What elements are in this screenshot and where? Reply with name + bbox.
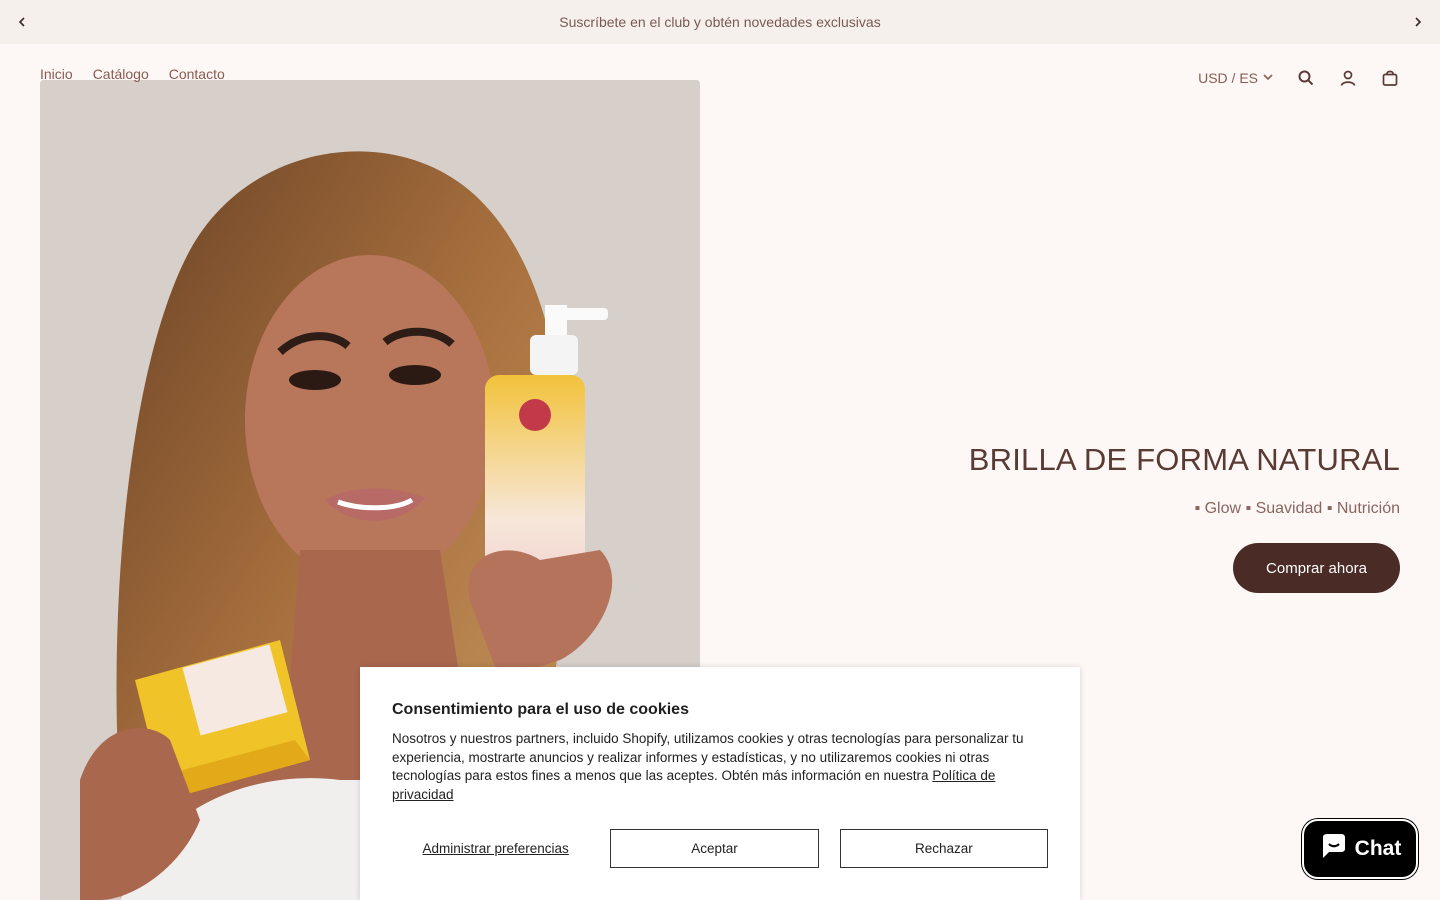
chat-bubble-icon (1319, 831, 1349, 867)
announcement-text: Suscríbete en el club y obtén novedades … (559, 14, 881, 30)
cart-icon[interactable] (1380, 68, 1400, 88)
chevron-down-icon (1262, 70, 1274, 86)
accept-cookies-button[interactable]: Aceptar (610, 829, 819, 868)
cookie-consent-banner: Consentimiento para el uso de cookies No… (360, 667, 1080, 900)
hero-title: BRILLA DE FORMA NATURAL (968, 442, 1400, 477)
chat-button[interactable]: Chat (1302, 819, 1418, 879)
manage-preferences-link[interactable]: Administrar preferencias (392, 841, 599, 856)
shop-now-button[interactable]: Comprar ahora (1233, 543, 1400, 593)
chevron-right-icon[interactable] (1408, 12, 1428, 32)
locale-selector[interactable]: USD / ES (1198, 70, 1274, 86)
locale-label: USD / ES (1198, 70, 1258, 86)
nav-item-inicio[interactable]: Inicio (40, 66, 73, 82)
reject-cookies-button[interactable]: Rechazar (839, 829, 1049, 868)
cookie-body: Nosotros y nuestros partners, incluido S… (392, 730, 1052, 804)
nav-item-catalogo[interactable]: Catálogo (93, 66, 149, 82)
cookie-body-text: Nosotros y nuestros partners, incluido S… (392, 731, 1024, 783)
announcement-bar: Suscríbete en el club y obtén novedades … (0, 0, 1440, 44)
nav-item-contacto[interactable]: Contacto (169, 66, 225, 82)
chat-label: Chat (1354, 837, 1402, 860)
cookie-actions: Administrar preferencias Aceptar Rechaza… (392, 829, 1049, 868)
header-actions: USD / ES (1198, 62, 1400, 94)
hero-subtitle: ▪ Glow ▪ Suavidad ▪ Nutrición (1194, 500, 1400, 517)
main-nav: Inicio Catálogo Contacto (40, 66, 225, 82)
cookie-title: Consentimiento para el uso de cookies (392, 701, 689, 718)
search-icon[interactable] (1296, 68, 1316, 88)
chevron-left-icon[interactable] (12, 12, 32, 32)
account-icon[interactable] (1338, 68, 1358, 88)
